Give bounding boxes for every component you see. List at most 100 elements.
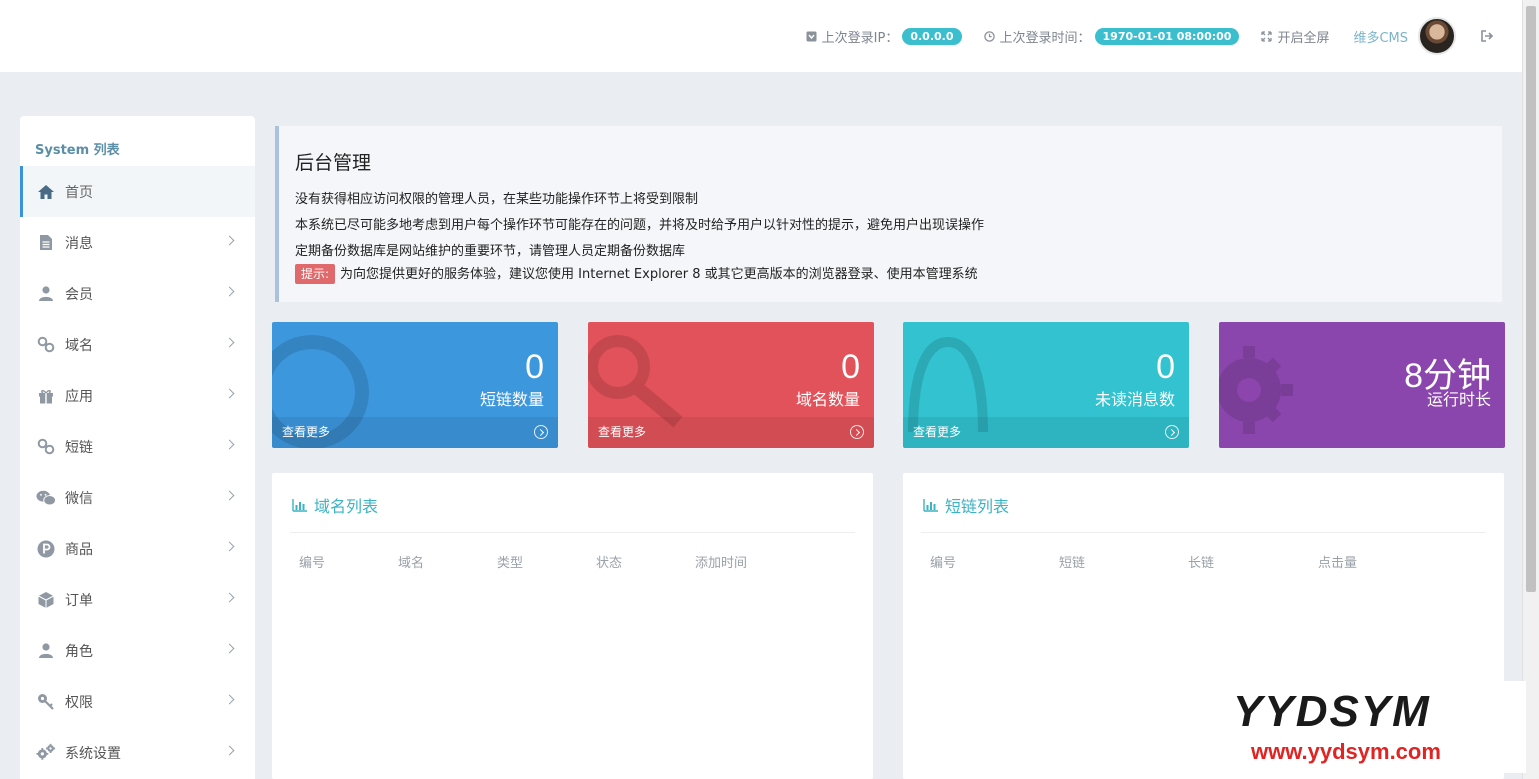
chevron-right-icon [224, 286, 235, 297]
bar-chart-icon [292, 499, 307, 512]
sidebar-item-settings[interactable]: 系统设置 [20, 727, 255, 778]
sidebar: System 列表 首页 消息 会员 域名 应用 短链 微信 商品 订单 角色 … [20, 116, 255, 779]
sidebar-item-roles[interactable]: 角色 [20, 625, 255, 676]
scrollbar-thumb[interactable] [1526, 6, 1536, 592]
document-icon [36, 234, 56, 252]
sidebar-item-label: 域名 [65, 337, 93, 354]
panel-title: 短链列表 [923, 493, 1009, 517]
table-header-cell: 添加时间 [695, 556, 748, 571]
notice-tip: 提示: 为向您提供更好的服务体验，建议您使用 Internet Explorer … [295, 263, 978, 284]
fullscreen-label: 开启全屏 [1277, 30, 1330, 46]
link-icon [36, 438, 56, 456]
watermark-text: YYDSYM [1233, 687, 1431, 736]
view-more-label: 查看更多 [598, 425, 647, 439]
sidebar-item-label: 消息 [65, 235, 93, 252]
user-name-link[interactable]: 维多CMS [1353, 27, 1408, 46]
stat-value: 0 [1156, 348, 1175, 386]
sidebar-item-label: 短链 [65, 439, 93, 456]
table-header-cell: 编号 [930, 556, 957, 571]
ip-icon [806, 31, 817, 41]
sidebar-item-label: 角色 [65, 643, 93, 660]
watermark-url: www.yydsym.com [1251, 739, 1441, 764]
table-header-cell: 长链 [1188, 556, 1215, 571]
link-icon [36, 336, 56, 354]
gears-icon [36, 743, 56, 762]
admin-notice: 后台管理 没有获得相应访问权限的管理人员，在某些功能操作环节上将受到限制 本系统… [275, 126, 1502, 302]
tip-text: 为向您提供更好的服务体验，建议您使用 Internet Explorer 8 或… [340, 267, 978, 282]
sidebar-item-products[interactable]: 商品 [20, 523, 255, 574]
divider [921, 532, 1486, 533]
sidebar-item-label: 首页 [65, 184, 93, 201]
sidebar-item-orders[interactable]: 订单 [20, 574, 255, 625]
stat-label: 域名数量 [795, 390, 860, 409]
last-ip-value: 0.0.0.0 [902, 27, 962, 45]
sidebar-item-members[interactable]: 会员 [20, 268, 255, 319]
stat-label: 短链数量 [479, 390, 544, 409]
last-ip-label: 上次登录IP： [821, 30, 899, 46]
sidebar-title: System 列表 [35, 143, 120, 158]
notice-line: 定期备份数据库是网站维护的重要环节，请管理人员定期备份数据库 [295, 244, 686, 259]
view-more-label: 查看更多 [282, 425, 331, 439]
sidebar-item-domains[interactable]: 域名 [20, 319, 255, 370]
table-header-cell: 域名 [398, 556, 425, 571]
gift-icon [36, 387, 56, 405]
page-scrollbar[interactable] [1522, 0, 1539, 779]
fullscreen-button[interactable]: 开启全屏 [1261, 27, 1329, 46]
stat-label: 运行时长 [1426, 390, 1491, 409]
view-more-link[interactable]: 查看更多 [903, 417, 1189, 448]
tip-badge: 提示: [295, 264, 336, 284]
arrow-circle-right-icon [850, 425, 864, 439]
arrow-circle-right-icon [1165, 425, 1179, 439]
sidebar-item-wechat[interactable]: 微信 [20, 472, 255, 523]
panel-title: 域名列表 [292, 493, 378, 517]
stat-value: 0 [841, 348, 860, 386]
sidebar-item-apps[interactable]: 应用 [20, 370, 255, 421]
chevron-right-icon [224, 694, 235, 705]
header-toolbar: 上次登录IP： 0.0.0.0 上次登录时间： 1970-01-01 08:00… [784, 0, 1494, 72]
logout-icon[interactable] [1480, 29, 1494, 43]
product-icon [36, 540, 56, 558]
table-header-cell: 编号 [299, 556, 326, 571]
gear-icon [1219, 346, 1293, 434]
stat-card-domains[interactable]: 0 域名数量 查看更多 [588, 322, 874, 448]
bar-chart-icon [923, 499, 938, 512]
panel-title-label: 域名列表 [314, 497, 379, 516]
chevron-right-icon [224, 490, 235, 501]
stat-value: 0 [525, 348, 544, 386]
chevron-right-icon [224, 337, 235, 348]
last-login-time: 上次登录时间： 1970-01-01 08:00:00 [983, 27, 1240, 46]
last-time-label: 上次登录时间： [999, 30, 1091, 46]
clock-icon [983, 30, 995, 42]
table-header-cell: 类型 [497, 556, 524, 571]
home-icon [36, 183, 56, 201]
last-time-value: 1970-01-01 08:00:00 [1094, 27, 1240, 45]
chevron-right-icon [224, 643, 235, 654]
stat-card-unread-messages[interactable]: 0 未读消息数 查看更多 [903, 322, 1189, 448]
notice-line: 没有获得相应访问权限的管理人员，在某些功能操作环节上将受到限制 [295, 192, 699, 207]
expand-icon [1261, 30, 1273, 42]
stat-card-shortlinks[interactable]: 0 短链数量 查看更多 [272, 322, 558, 448]
top-header: 上次登录IP： 0.0.0.0 上次登录时间： 1970-01-01 08:00… [0, 0, 1522, 72]
panel-title-label: 短链列表 [945, 497, 1010, 516]
sidebar-item-shortlinks[interactable]: 短链 [20, 421, 255, 472]
stat-label: 未读消息数 [1094, 390, 1175, 409]
sidebar-item-home[interactable]: 首页 [20, 166, 255, 217]
chevron-right-icon [224, 439, 235, 450]
avatar[interactable] [1418, 17, 1456, 55]
sidebar-item-label: 会员 [65, 286, 93, 303]
sidebar-item-permissions[interactable]: 权限 [20, 676, 255, 727]
view-more-label: 查看更多 [913, 425, 962, 439]
sidebar-item-label: 订单 [65, 592, 93, 609]
view-more-link[interactable]: 查看更多 [272, 417, 558, 448]
table-header-cell: 短链 [1059, 556, 1086, 571]
sidebar-item-messages[interactable]: 消息 [20, 217, 255, 268]
sidebar-item-label: 商品 [65, 541, 93, 558]
user-icon [36, 285, 56, 303]
last-login-ip: 上次登录IP： 0.0.0.0 [806, 27, 962, 46]
view-more-link[interactable]: 查看更多 [588, 417, 874, 448]
sidebar-item-label: 权限 [65, 694, 93, 711]
chevron-right-icon [224, 235, 235, 246]
chevron-right-icon [224, 745, 235, 756]
sidebar-item-label: 系统设置 [65, 745, 121, 762]
user-icon [36, 642, 56, 660]
